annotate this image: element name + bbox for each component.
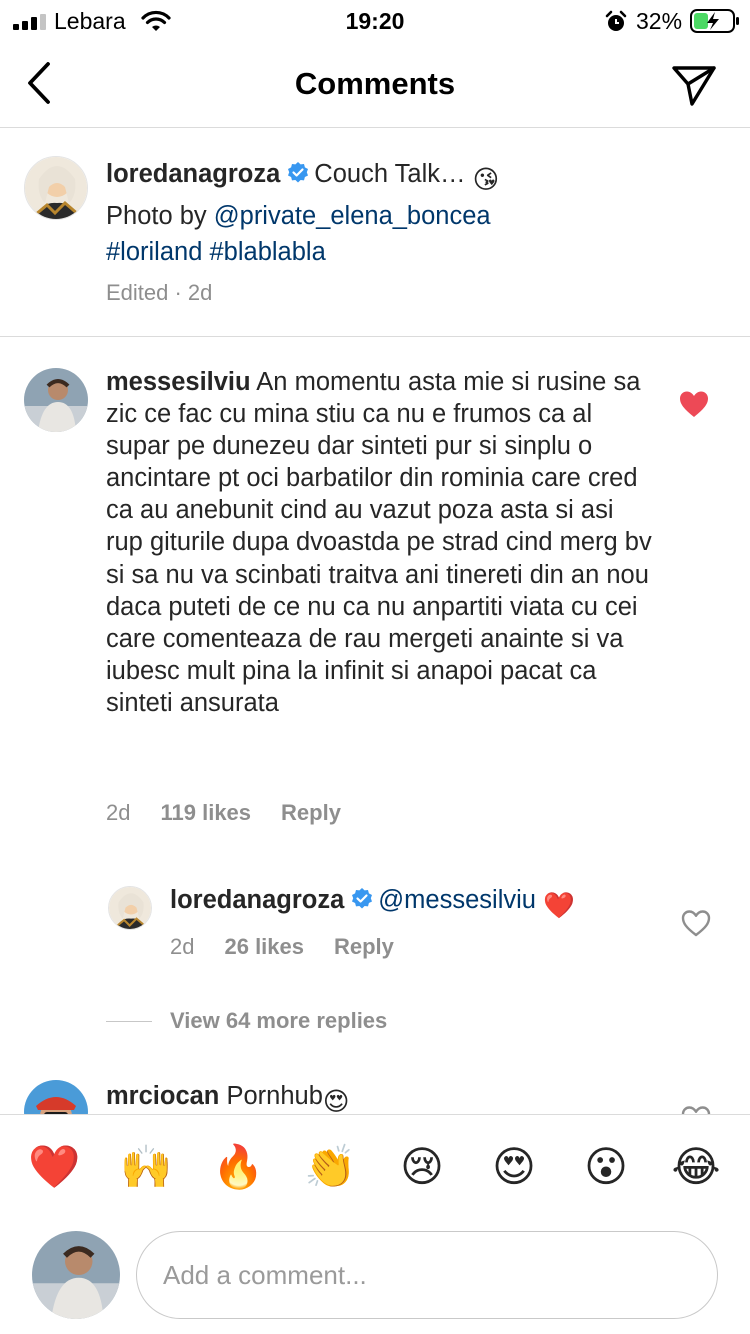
red-heart-emoji-button[interactable]: ❤️ [28,1141,80,1193]
caption-text-line: Couch Talk… [314,160,466,188]
kiss-emoji: 😘 [472,166,500,194]
comment-time: 2d [106,800,131,825]
reply-button[interactable]: Reply [334,934,394,959]
caption-username[interactable]: loredanagroza [106,160,280,188]
reply-mention-link[interactable]: @messesilviu [378,886,536,914]
comment-username[interactable]: messesilviu [106,368,251,396]
battery-percentage: 32% [636,8,683,34]
battery-charging-icon [690,9,739,33]
fire-emoji-button[interactable]: 🔥 [212,1141,264,1193]
comment-text: messesilviu An momentu asta mie si rusin… [106,366,656,719]
red-heart-emoji: ❤️ [543,892,575,920]
comment-username[interactable]: mrciocan [106,1082,219,1110]
avatar[interactable] [108,886,152,930]
header: Comments [0,44,750,128]
reply-text: loredanagroza @messesilviu ❤️ [170,882,650,924]
comment-body: An momentu asta mie si rusine sa zic ce … [106,368,652,717]
crying-face-emoji-button[interactable]: 😢 [396,1141,448,1193]
verified-badge-icon [352,888,373,909]
avatar[interactable] [24,156,88,220]
reply-likes[interactable]: 26 likes [224,934,304,959]
avatar[interactable] [24,368,88,432]
heart-eyes-emoji-button[interactable]: 😍 [488,1141,540,1193]
caption-text: loredanagroza Couch Talk… 😘 Photo by @pri… [106,156,666,270]
paper-plane-icon[interactable] [670,62,718,108]
verified-badge-icon [288,162,309,183]
reply-username[interactable]: loredanagroza [170,886,344,914]
avatar-image [109,887,151,929]
avatar-image [25,157,87,219]
tears-of-joy-emoji-button[interactable]: 😂 [670,1141,722,1193]
comment-body: Pornhub [226,1082,323,1110]
post-caption: loredanagroza Couch Talk… 😘 Photo by @pri… [0,129,750,337]
comment-likes[interactable]: 119 likes [160,800,251,825]
caption-photo-credit: Photo by [106,202,214,230]
current-user-avatar [32,1231,120,1319]
heart-outline-icon[interactable] [680,908,712,938]
surprised-face-emoji-button[interactable]: 😮 [580,1141,632,1193]
caption-hashtags[interactable]: #loriland #blablabla [106,238,326,266]
view-more-replies-label: View 64 more replies [170,1008,388,1033]
caption-edited-time: Edited · 2d [106,280,213,305]
page-title: Comments [294,66,456,101]
comment-input-container [136,1231,718,1319]
caption-mention-link[interactable]: @private_elena_boncea [214,202,491,230]
clapping-hands-emoji-button[interactable]: 👏 [304,1141,356,1193]
divider [106,1020,152,1022]
caption-meta: Edited · 2d [106,280,242,306]
comment-composer-area: ❤️ 🙌 🔥 👏 😢 😍 😮 😂 [0,1114,750,1334]
avatar-image [32,1231,120,1319]
alarm-clock-icon [605,10,627,31]
reply-time: 2d [170,934,195,959]
view-more-replies[interactable]: View 64 more replies [106,1006,387,1036]
quick-emoji-bar: ❤️ 🙌 🔥 👏 😢 😍 😮 😂 [0,1141,750,1197]
avatar-image [24,368,88,432]
reply-button[interactable]: Reply [281,800,341,825]
comment-input[interactable] [163,1232,703,1318]
reply-meta: 2d 26 likes Reply [170,934,424,960]
status-bar: Lebara 19:20 32% [0,0,750,44]
raising-hands-emoji-button[interactable]: 🙌 [120,1141,172,1193]
comment-meta: 2d 119 likes Reply [106,800,371,826]
heart-filled-icon[interactable] [678,389,710,419]
